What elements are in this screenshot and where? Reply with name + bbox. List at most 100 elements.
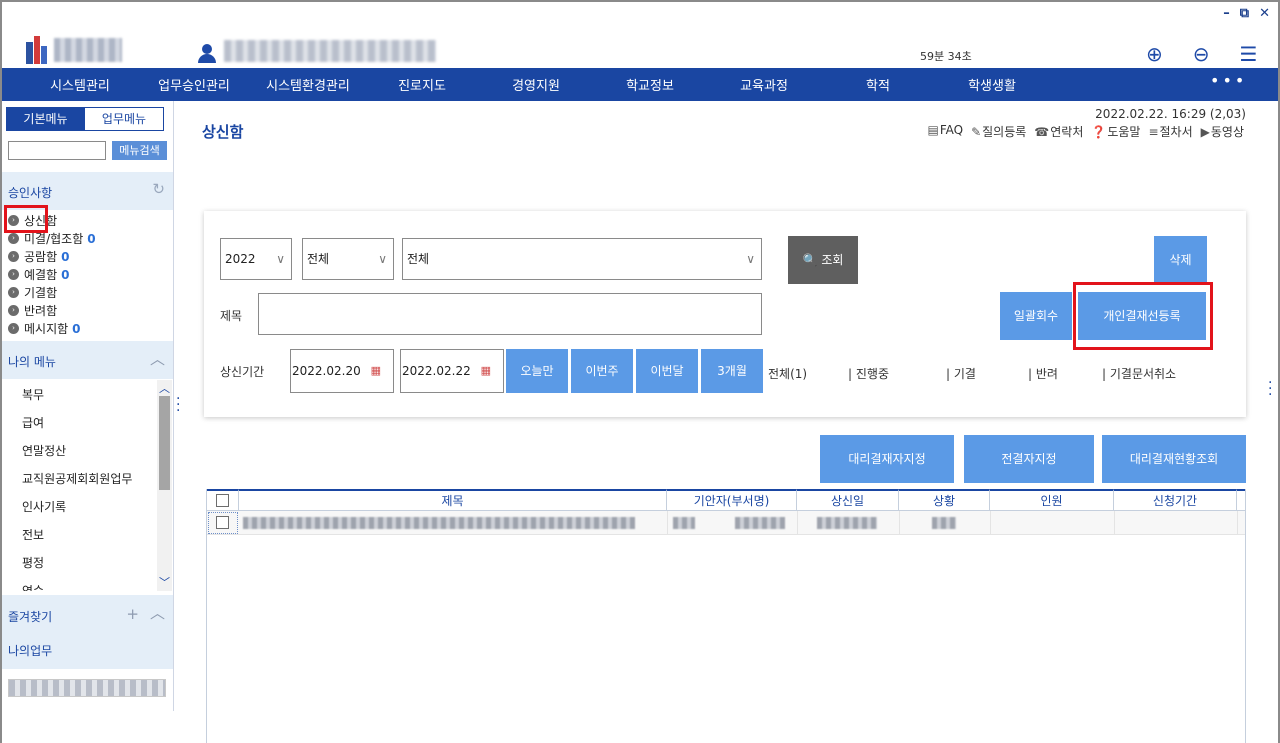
this-week-button[interactable]: 이번주 bbox=[571, 349, 633, 393]
calendar-icon[interactable]: ▦ bbox=[371, 350, 381, 392]
sidebar: 기본메뉴 업무메뉴 메뉴검색 승인사항 ↻ › 상신함 › 미결/협조함 0 › 공람함… bbox=[2, 101, 174, 711]
this-month-button[interactable]: 이번달 bbox=[636, 349, 698, 393]
sidebar-item-messages[interactable]: › 메시지함 0 bbox=[8, 320, 81, 337]
row-status-redacted bbox=[932, 517, 956, 529]
scroll-down-icon[interactable]: ﹀ bbox=[159, 574, 170, 590]
nav-item[interactable]: 시스템관리 bbox=[23, 75, 137, 94]
subject-label: 제목 bbox=[220, 309, 243, 323]
table-header: 신청기간 bbox=[1114, 489, 1237, 511]
final-approver-button[interactable]: 전결자지정 bbox=[964, 435, 1094, 483]
table-row[interactable] bbox=[207, 511, 1245, 535]
my-menu-scrollbar[interactable]: ︿ ﹀ bbox=[157, 380, 172, 591]
favorites-section-header: 즐겨찾기 + ︿ bbox=[2, 595, 173, 633]
table-header: 제목 bbox=[239, 489, 667, 511]
sidebar-item-reserved[interactable]: › 예결함 0 bbox=[8, 266, 69, 283]
right-panel-handle[interactable]: · · · bbox=[1268, 376, 1272, 402]
inquiry-link[interactable]: ✎질의등록 bbox=[971, 123, 1026, 140]
table-header: 상황 bbox=[899, 489, 990, 511]
chevron-down-icon: ∨ bbox=[276, 252, 285, 266]
delegate-status-button[interactable]: 대리결재현황조회 bbox=[1102, 435, 1246, 483]
tab-basic-menu[interactable]: 기본메뉴 bbox=[6, 107, 85, 131]
menu-icon[interactable]: ☰ bbox=[1240, 44, 1258, 64]
nav-item[interactable]: 학생생활 bbox=[935, 75, 1049, 94]
sidebar-item-returned[interactable]: › 반려함 bbox=[8, 302, 57, 319]
year-select[interactable]: 2022 ∨ bbox=[220, 238, 292, 280]
delegate-approver-button[interactable]: 대리결재자지정 bbox=[820, 435, 954, 483]
row-drafter-redacted bbox=[673, 517, 695, 529]
nav-item[interactable]: 시스템환경관리 bbox=[251, 75, 365, 94]
logo bbox=[18, 32, 128, 66]
nav-more-icon[interactable]: ••• bbox=[1210, 71, 1247, 90]
my-menu-section-header: 나의 메뉴 ︿ bbox=[2, 341, 173, 379]
sidebar-item-circulation[interactable]: › 공람함 0 bbox=[8, 248, 69, 265]
sidebar-item-completed[interactable]: › 기결함 bbox=[8, 284, 57, 301]
filter-cancelled[interactable]: | 기결문서취소 bbox=[1102, 365, 1176, 382]
list-item[interactable]: 연수 bbox=[22, 582, 44, 591]
subject-input[interactable] bbox=[258, 293, 762, 335]
close-icon[interactable]: ✕ bbox=[1259, 6, 1270, 21]
bulk-recall-button[interactable]: 일괄회수 bbox=[1000, 292, 1072, 340]
row-subject-redacted bbox=[243, 517, 635, 529]
table-header: 기안자(부서명) bbox=[667, 489, 797, 511]
nav-item[interactable]: 경영지원 bbox=[479, 75, 593, 94]
scroll-thumb[interactable] bbox=[159, 396, 170, 490]
nav-item[interactable]: 학적 bbox=[821, 75, 935, 94]
restore-icon[interactable]: ⧉ bbox=[1240, 6, 1249, 21]
top-nav: 시스템관리 업무승인관리 시스템환경관리 진로지도 경영지원 학교정보 교육과정… bbox=[2, 68, 1278, 101]
list-item[interactable]: 급여 bbox=[22, 414, 44, 431]
filter-in-progress[interactable]: | 진행중 bbox=[848, 365, 889, 382]
date-to-input[interactable]: 2022.02.22 ▦ bbox=[400, 349, 504, 393]
today-button[interactable]: 오늘만 bbox=[506, 349, 568, 393]
table-header-select bbox=[207, 489, 239, 511]
search-button[interactable]: 🔍 조회 bbox=[788, 236, 858, 284]
three-months-button[interactable]: 3개월 bbox=[701, 349, 763, 393]
minimize-icon[interactable]: – bbox=[1223, 6, 1230, 21]
refresh-icon[interactable]: ↻ bbox=[152, 180, 165, 198]
list-item[interactable]: 교직원공제회회원업무 bbox=[22, 470, 132, 487]
filter-returned[interactable]: | 반려 bbox=[1028, 365, 1058, 382]
chevron-up-icon[interactable]: ︿ bbox=[150, 602, 165, 623]
chevron-down-icon: ∨ bbox=[746, 252, 755, 266]
type-select[interactable]: 전체 ∨ bbox=[302, 238, 394, 280]
form-select[interactable]: 전체 ∨ bbox=[402, 238, 762, 280]
faq-link[interactable]: ▤FAQ bbox=[927, 123, 963, 140]
chevron-right-icon: › bbox=[8, 305, 19, 316]
delete-button[interactable]: 삭제 bbox=[1154, 236, 1207, 284]
nav-item[interactable]: 업무승인관리 bbox=[137, 75, 251, 94]
help-link[interactable]: ❓도움말 bbox=[1091, 123, 1140, 140]
list-item[interactable]: 전보 bbox=[22, 526, 44, 543]
contact-link[interactable]: ☎연락처 bbox=[1034, 123, 1083, 140]
list-item[interactable]: 연말정산 bbox=[22, 442, 66, 459]
chevron-right-icon: › bbox=[8, 251, 19, 262]
list-item[interactable]: 인사기록 bbox=[22, 498, 66, 515]
nav-item[interactable]: 학교정보 bbox=[593, 75, 707, 94]
main-content: 상신함 2022.02.22. 16:29 (2,03) ▤FAQ ✎질의등록 … bbox=[186, 101, 1266, 743]
procedure-link[interactable]: ≡절차서 bbox=[1148, 123, 1192, 140]
date-from-input[interactable]: 2022.02.20 ▦ bbox=[290, 349, 394, 393]
sidebar-collapse-handle[interactable]: · · · bbox=[176, 392, 180, 418]
list-item[interactable]: 복무 bbox=[22, 386, 44, 403]
period-label: 상신기간 bbox=[220, 365, 265, 379]
chevron-down-icon: ∨ bbox=[378, 252, 387, 266]
tab-work-menu[interactable]: 업무메뉴 bbox=[85, 107, 164, 131]
zoom-in-icon[interactable]: ⊕ bbox=[1146, 44, 1163, 64]
select-all-checkbox[interactable] bbox=[216, 494, 229, 507]
page-title: 상신함 bbox=[202, 123, 244, 141]
list-item[interactable]: 평정 bbox=[22, 554, 44, 571]
search-icon: 🔍 bbox=[802, 253, 818, 267]
chevron-up-icon[interactable]: ︿ bbox=[150, 348, 165, 369]
menu-search-input[interactable] bbox=[8, 141, 106, 160]
nav-item[interactable]: 진로지도 bbox=[365, 75, 479, 94]
filter-completed[interactable]: | 기결 bbox=[946, 365, 976, 382]
video-link[interactable]: ▶동영상 bbox=[1201, 123, 1244, 140]
question-icon: ❓ bbox=[1091, 125, 1107, 139]
calendar-icon[interactable]: ▦ bbox=[481, 350, 491, 392]
scroll-up-icon[interactable]: ︿ bbox=[159, 380, 170, 396]
user-info-redacted bbox=[224, 40, 436, 62]
add-icon[interactable]: + bbox=[126, 605, 139, 623]
zoom-out-icon[interactable]: ⊖ bbox=[1193, 44, 1210, 64]
menu-search-button[interactable]: 메뉴검색 bbox=[112, 141, 167, 160]
nav-item[interactable]: 교육과정 bbox=[707, 75, 821, 94]
my-work-redacted bbox=[8, 679, 166, 697]
filter-all[interactable]: 전체(1) bbox=[768, 365, 807, 382]
